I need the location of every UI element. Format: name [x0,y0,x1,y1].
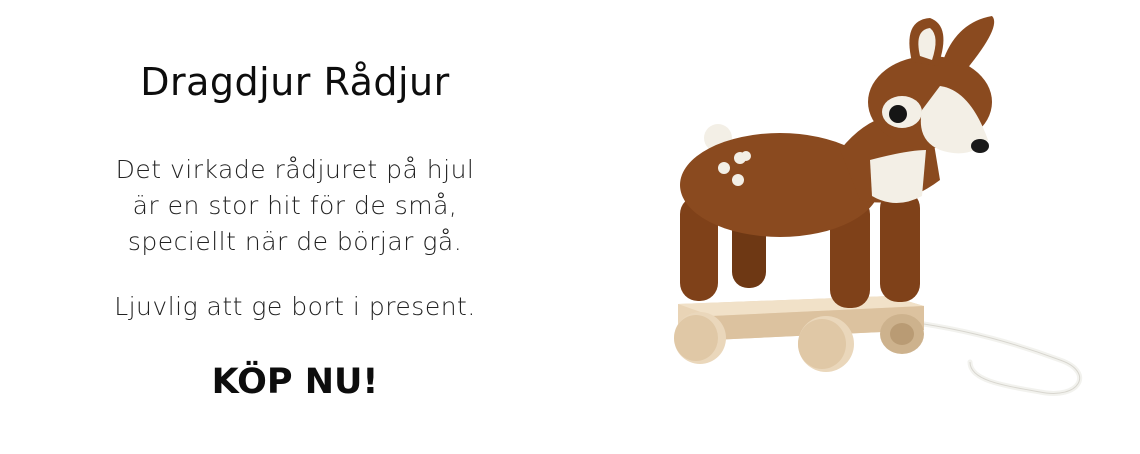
product-title: Dragdjur Rådjur [140,60,450,104]
description-line: är en stor hit för de små, [132,191,458,220]
buy-now-link[interactable]: KÖP NU! [40,362,550,402]
gift-text: Ljuvlig att ge bort i present. [114,292,476,321]
description-line: speciellt när de börjar gå. [127,227,463,256]
description-line: Det virkade rådjuret på hjul [115,155,475,184]
product-description: Det virkade rådjuret på hjul är en stor … [40,152,550,260]
deer-pull-toy-illustration [674,16,1083,396]
promo-text-column: Dragdjur Rådjur Det virkade rådjuret på … [40,0,550,450]
product-image[interactable] [640,0,1110,450]
